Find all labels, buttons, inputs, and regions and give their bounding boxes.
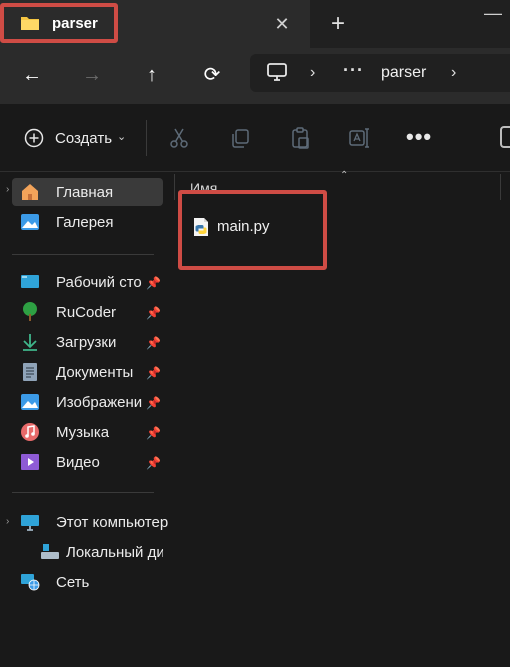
pin-icon[interactable]: 📌: [146, 396, 161, 410]
pin-icon[interactable]: 📌: [146, 336, 161, 350]
computer-icon: [21, 515, 39, 531]
file-highlight-box: [178, 190, 327, 270]
sidebar-item-label: Видео: [56, 454, 100, 471]
local-disk-icon: [41, 544, 59, 559]
sort-ascending-icon: ⌃: [340, 170, 349, 181]
sidebar-item-label: Главная: [56, 184, 114, 201]
expand-chevron-icon[interactable]: ›: [6, 516, 9, 527]
column-divider[interactable]: [174, 174, 175, 200]
download-icon: [23, 334, 37, 351]
tree-folder-icon: [23, 302, 37, 321]
network-icon: [21, 574, 40, 591]
sidebar-item-label: Загрузки: [56, 334, 117, 351]
monitor-icon[interactable]: [266, 62, 288, 82]
sidebar-divider: [12, 492, 154, 493]
documents-icon: [23, 363, 37, 381]
more-options-button[interactable]: •••: [406, 124, 432, 150]
up-button[interactable]: ↑: [135, 58, 169, 92]
music-icon: [21, 423, 39, 441]
command-separator: [146, 120, 147, 156]
paste-icon[interactable]: [288, 126, 312, 150]
sidebar-item-label: Музыка: [56, 424, 110, 441]
cut-icon[interactable]: [167, 126, 191, 150]
sidebar-item-label: Локальный ди: [66, 544, 163, 561]
rename-icon[interactable]: [347, 126, 371, 150]
breadcrumb-folder[interactable]: parser: [381, 64, 426, 82]
sidebar-divider: [12, 254, 154, 255]
pin-icon[interactable]: 📌: [146, 426, 161, 440]
breadcrumb-chevron-icon[interactable]: ›: [451, 62, 456, 84]
desktop-icon: [21, 275, 39, 288]
pictures-icon: [21, 394, 39, 410]
pin-icon[interactable]: 📌: [146, 276, 161, 290]
close-tab-icon[interactable]: ✕: [270, 12, 294, 36]
sidebar-item-label: Изображени: [56, 394, 143, 411]
column-divider[interactable]: [500, 174, 501, 200]
view-icon[interactable]: [500, 126, 510, 148]
copy-icon[interactable]: [228, 126, 252, 150]
pin-icon[interactable]: 📌: [146, 306, 161, 320]
breadcrumb-more-button[interactable]: ···: [343, 60, 364, 81]
plus-circle-icon[interactable]: [24, 128, 44, 148]
sidebar-item-label: Этот компьютер: [56, 514, 169, 531]
sidebar-item-label: Документы: [56, 364, 134, 381]
refresh-button[interactable]: ⟳: [195, 58, 229, 92]
gallery-icon: [21, 214, 39, 230]
home-icon: [22, 184, 38, 200]
address-bar[interactable]: [250, 54, 510, 92]
sidebar-item-label: Сеть: [56, 574, 90, 591]
create-button[interactable]: Создать: [55, 130, 112, 147]
sidebar-item-label: Рабочий сто: [56, 274, 142, 291]
tab-highlight-box: [0, 3, 118, 43]
pin-icon[interactable]: 📌: [146, 456, 161, 470]
chevron-down-icon[interactable]: ⌄: [117, 130, 126, 143]
sidebar-item-label: Галерея: [56, 214, 114, 231]
pin-icon[interactable]: 📌: [146, 366, 161, 380]
new-tab-button[interactable]: +: [326, 12, 350, 36]
breadcrumb-chevron-icon[interactable]: ›: [310, 62, 315, 84]
forward-button[interactable]: →: [75, 58, 109, 92]
minimize-icon[interactable]: —: [484, 4, 504, 24]
video-icon: [21, 454, 39, 470]
expand-chevron-icon[interactable]: ›: [6, 184, 9, 195]
sidebar-item-label: RuCoder: [56, 304, 117, 321]
back-button[interactable]: ←: [15, 58, 49, 92]
